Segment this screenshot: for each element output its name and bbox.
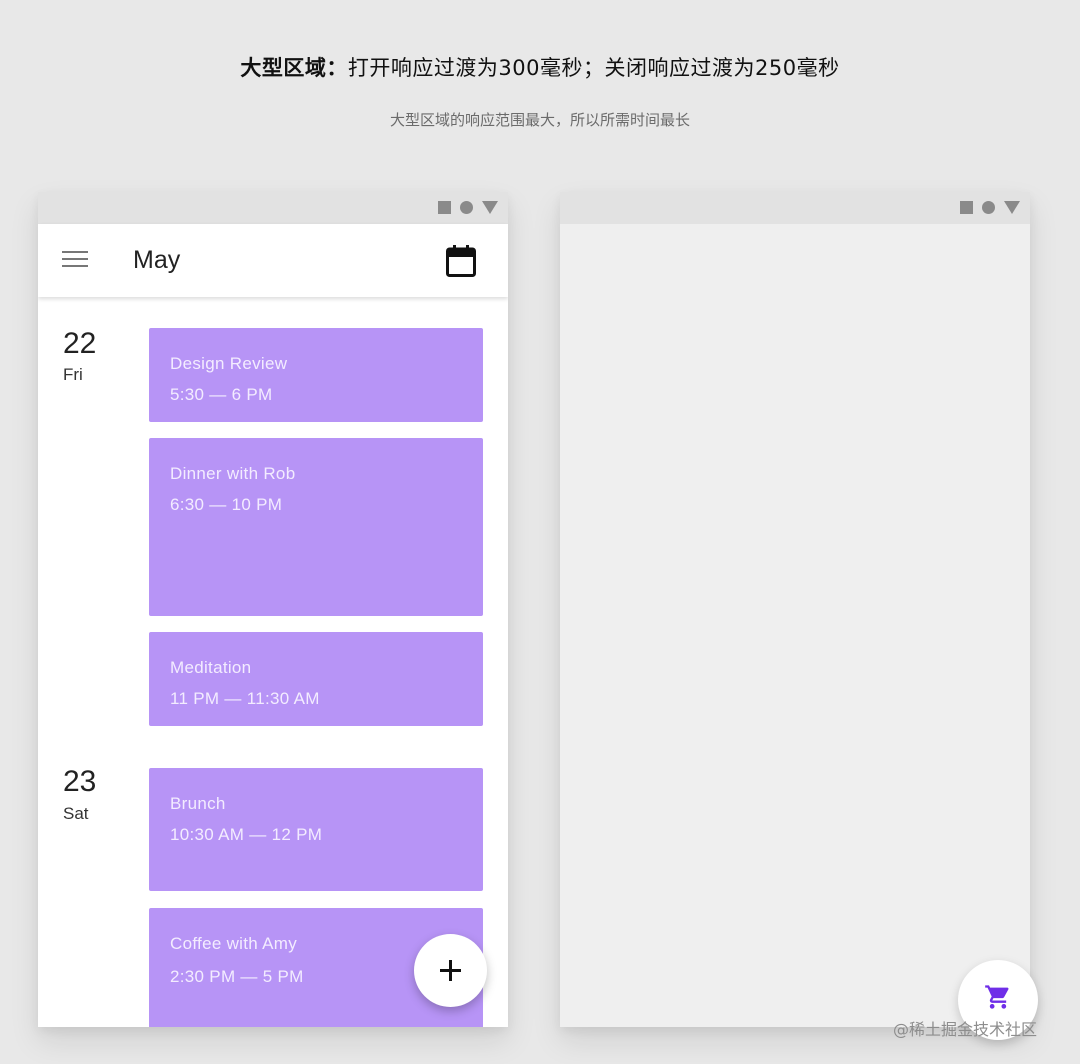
event-time: 5:30 — 6 PM	[170, 385, 273, 404]
page-title: May	[133, 246, 181, 274]
event-card[interactable]: Meditation 11 PM — 11:30 AM	[149, 632, 483, 726]
headline-strong: 大型区域：	[240, 56, 348, 80]
page: 大型区域：打开响应过渡为300毫秒；关闭响应过渡为250毫秒 大型区域的响应范围…	[0, 0, 1080, 1064]
shopping-cart-icon	[985, 985, 1009, 1009]
event-time: 10:30 AM — 12 PM	[170, 825, 323, 844]
empty-phone-frame	[560, 192, 1030, 1027]
day-name: Sat	[63, 804, 89, 823]
triangle-icon	[482, 201, 498, 214]
status-bar	[560, 192, 1030, 224]
day-number: 23	[63, 765, 97, 798]
watermark: @稀土掘金技术社区	[893, 1020, 1038, 1039]
event-card[interactable]: Dinner with Rob 6:30 — 10 PM	[149, 438, 483, 616]
event-title: Dinner with Rob	[170, 464, 296, 483]
event-card[interactable]: Brunch 10:30 AM — 12 PM	[149, 768, 483, 891]
day-number: 22	[63, 327, 97, 360]
circle-icon	[460, 201, 473, 214]
event-time: 11 PM — 11:30 AM	[170, 689, 320, 708]
plus-icon	[440, 960, 461, 981]
stop-icon	[960, 201, 973, 214]
event-time: 2:30 PM — 5 PM	[170, 967, 304, 986]
agenda-list: 22 Fri Design Review 5:30 — 6 PM Dinner …	[38, 297, 508, 1027]
event-title: Brunch	[170, 794, 226, 813]
add-event-button[interactable]	[414, 934, 487, 1007]
event-card[interactable]: Design Review 5:30 — 6 PM	[149, 328, 483, 422]
calendar-phone-frame: May 22 Fri Design Review 5:30 — 6 PM Din…	[38, 192, 508, 1027]
page-subtitle: 大型区域的响应范围最大，所以所需时间最长	[389, 111, 690, 129]
app-bar: May	[38, 224, 508, 297]
triangle-icon	[1004, 201, 1020, 214]
event-title: Meditation	[170, 658, 252, 677]
stop-icon	[438, 201, 451, 214]
day-name: Fri	[63, 365, 83, 384]
empty-screen	[560, 224, 1030, 1027]
menu-icon[interactable]	[62, 251, 88, 269]
circle-icon	[982, 201, 995, 214]
event-title: Coffee with Amy	[170, 934, 298, 953]
page-headline: 大型区域：打开响应过渡为300毫秒；关闭响应过渡为250毫秒	[0, 52, 1080, 82]
event-title: Design Review	[170, 354, 288, 373]
headline-rest: 打开响应过渡为300毫秒；关闭响应过渡为250毫秒	[347, 56, 840, 80]
status-bar	[38, 192, 508, 224]
calendar-icon[interactable]	[446, 245, 476, 277]
event-time: 6:30 — 10 PM	[170, 495, 283, 514]
